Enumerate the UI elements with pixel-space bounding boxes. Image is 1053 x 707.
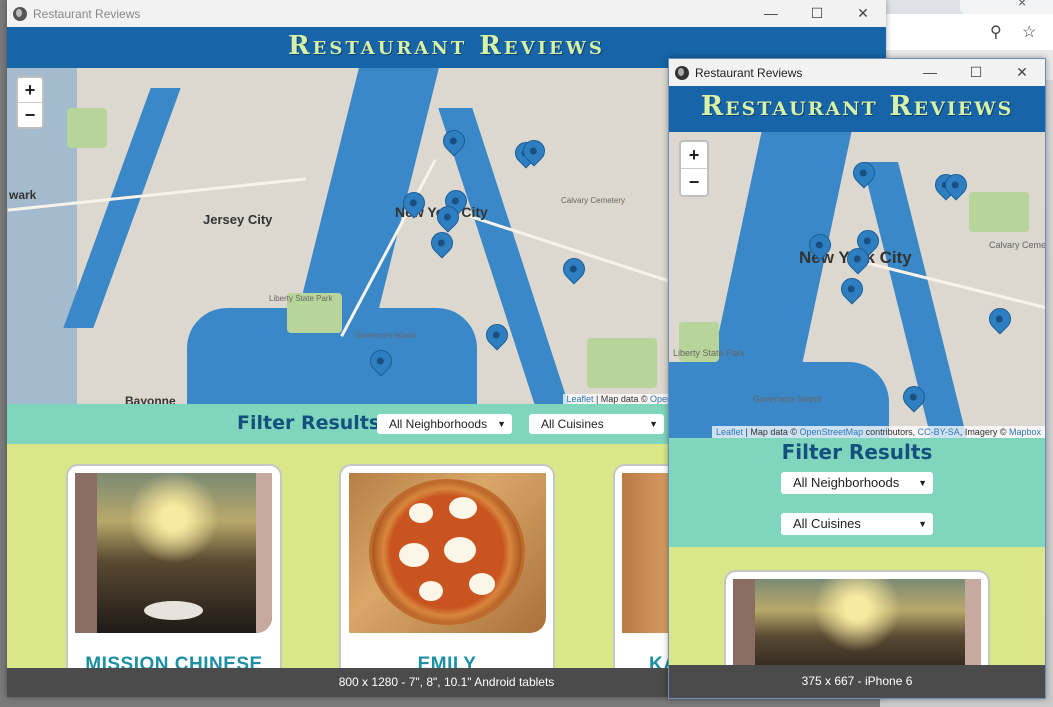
filter-title: Filter Results <box>781 440 933 464</box>
map-label-liberty: Liberty State Park <box>269 294 333 303</box>
background-toolbar: ⚲ ☆ <box>880 14 1053 51</box>
map-label-governors: Governors Island <box>753 394 822 404</box>
site-header: Restaurant Reviews <box>669 86 1045 132</box>
dropdown-arrow-icon: ▼ <box>649 419 658 429</box>
map-marker[interactable] <box>426 227 458 259</box>
zoom-out-button[interactable]: − <box>681 168 707 195</box>
map-label-governors: Governors Island <box>355 331 416 340</box>
cuisine-select[interactable]: All Cuisines ▼ <box>529 414 664 434</box>
site-title: Restaurant Reviews <box>288 31 605 61</box>
restaurant-image <box>75 473 272 633</box>
maximize-button[interactable]: ☐ <box>794 0 840 27</box>
dropdown-arrow-icon: ▼ <box>918 478 927 488</box>
neighborhood-select-value: All Neighborhoods <box>793 475 900 490</box>
tablet-titlebar[interactable]: Restaurant Reviews — ☐ ✕ <box>7 0 886 27</box>
map-marker[interactable] <box>836 273 868 305</box>
restaurant-list <box>669 547 1045 684</box>
star-icon[interactable]: ☆ <box>1022 22 1036 42</box>
dropdown-arrow-icon: ▼ <box>497 419 506 429</box>
map-label-jersey-city: Jersey City <box>203 212 273 227</box>
phone-window: Restaurant Reviews — ☐ ✕ Restaurant Revi… <box>668 58 1046 699</box>
restaurant-image <box>349 473 546 633</box>
park <box>67 108 107 148</box>
zoom-out-button[interactable]: − <box>18 102 42 127</box>
zoom-icon[interactable]: ⚲ <box>990 22 1002 42</box>
cuisine-select-value: All Cuisines <box>793 516 861 531</box>
cc-by-sa-link[interactable]: CC-BY-SA <box>918 427 960 437</box>
site-title: Restaurant Reviews <box>700 91 1014 122</box>
globe-icon <box>675 65 689 80</box>
restaurant-card[interactable]: EMILY <box>339 464 555 678</box>
globe-icon <box>13 6 27 21</box>
background-tab[interactable]: × <box>960 0 1053 14</box>
restaurant-map[interactable]: New York City Calvary Cemetery Governors… <box>669 132 1045 438</box>
restaurant-card[interactable]: MISSION CHINESE <box>66 464 282 678</box>
map-marker[interactable] <box>558 253 590 285</box>
map-attribution: Leaflet | Map data © Open <box>563 394 675 404</box>
filter-bar: Filter Results All Neighborhoods ▼ All C… <box>669 438 1045 547</box>
map-label-liberty: Liberty State Park <box>673 348 745 358</box>
park <box>969 192 1029 232</box>
map-label-newark: wark <box>9 188 37 202</box>
map-label-bayonne: Bayonne <box>125 394 176 404</box>
window-title: Restaurant Reviews <box>33 6 141 21</box>
mapbox-link[interactable]: Mapbox <box>1009 427 1041 437</box>
neighborhood-select[interactable]: All Neighborhoods ▼ <box>377 414 512 434</box>
minimize-button[interactable]: — <box>748 0 794 27</box>
cuisine-select[interactable]: All Cuisines ▼ <box>781 513 933 535</box>
map-attribution: Leaflet | Map data © OpenStreetMap contr… <box>712 426 1045 438</box>
zoom-control: + − <box>16 76 44 129</box>
minimize-button[interactable]: — <box>907 59 953 86</box>
cuisine-select-value: All Cuisines <box>541 417 604 431</box>
maximize-button[interactable]: ☐ <box>953 59 999 86</box>
map-label-calvary: Calvary Cemetery <box>989 240 1045 250</box>
osm-link[interactable]: OpenStreetMap <box>800 427 864 437</box>
zoom-in-button[interactable]: + <box>18 78 42 102</box>
tab-close-icon[interactable]: × <box>1018 0 1026 10</box>
leaflet-link[interactable]: Leaflet <box>716 427 743 437</box>
dropdown-arrow-icon: ▼ <box>918 519 927 529</box>
phone-titlebar[interactable]: Restaurant Reviews — ☐ ✕ <box>669 59 1045 86</box>
close-button[interactable]: ✕ <box>999 59 1045 86</box>
zoom-in-button[interactable]: + <box>681 142 707 168</box>
window-title: Restaurant Reviews <box>695 65 803 80</box>
park <box>587 338 657 388</box>
map-label-calvary: Calvary Cemetery <box>561 196 626 205</box>
zoom-control: + − <box>679 140 709 197</box>
map-marker[interactable] <box>984 303 1016 335</box>
neighborhood-select[interactable]: All Neighborhoods ▼ <box>781 472 933 494</box>
filter-title: Filter Results <box>237 412 381 434</box>
close-button[interactable]: ✕ <box>840 0 886 27</box>
leaflet-link[interactable]: Leaflet <box>566 394 593 404</box>
neighborhood-select-value: All Neighborhoods <box>389 417 488 431</box>
device-label: 375 x 667 - iPhone 6 <box>669 665 1045 698</box>
